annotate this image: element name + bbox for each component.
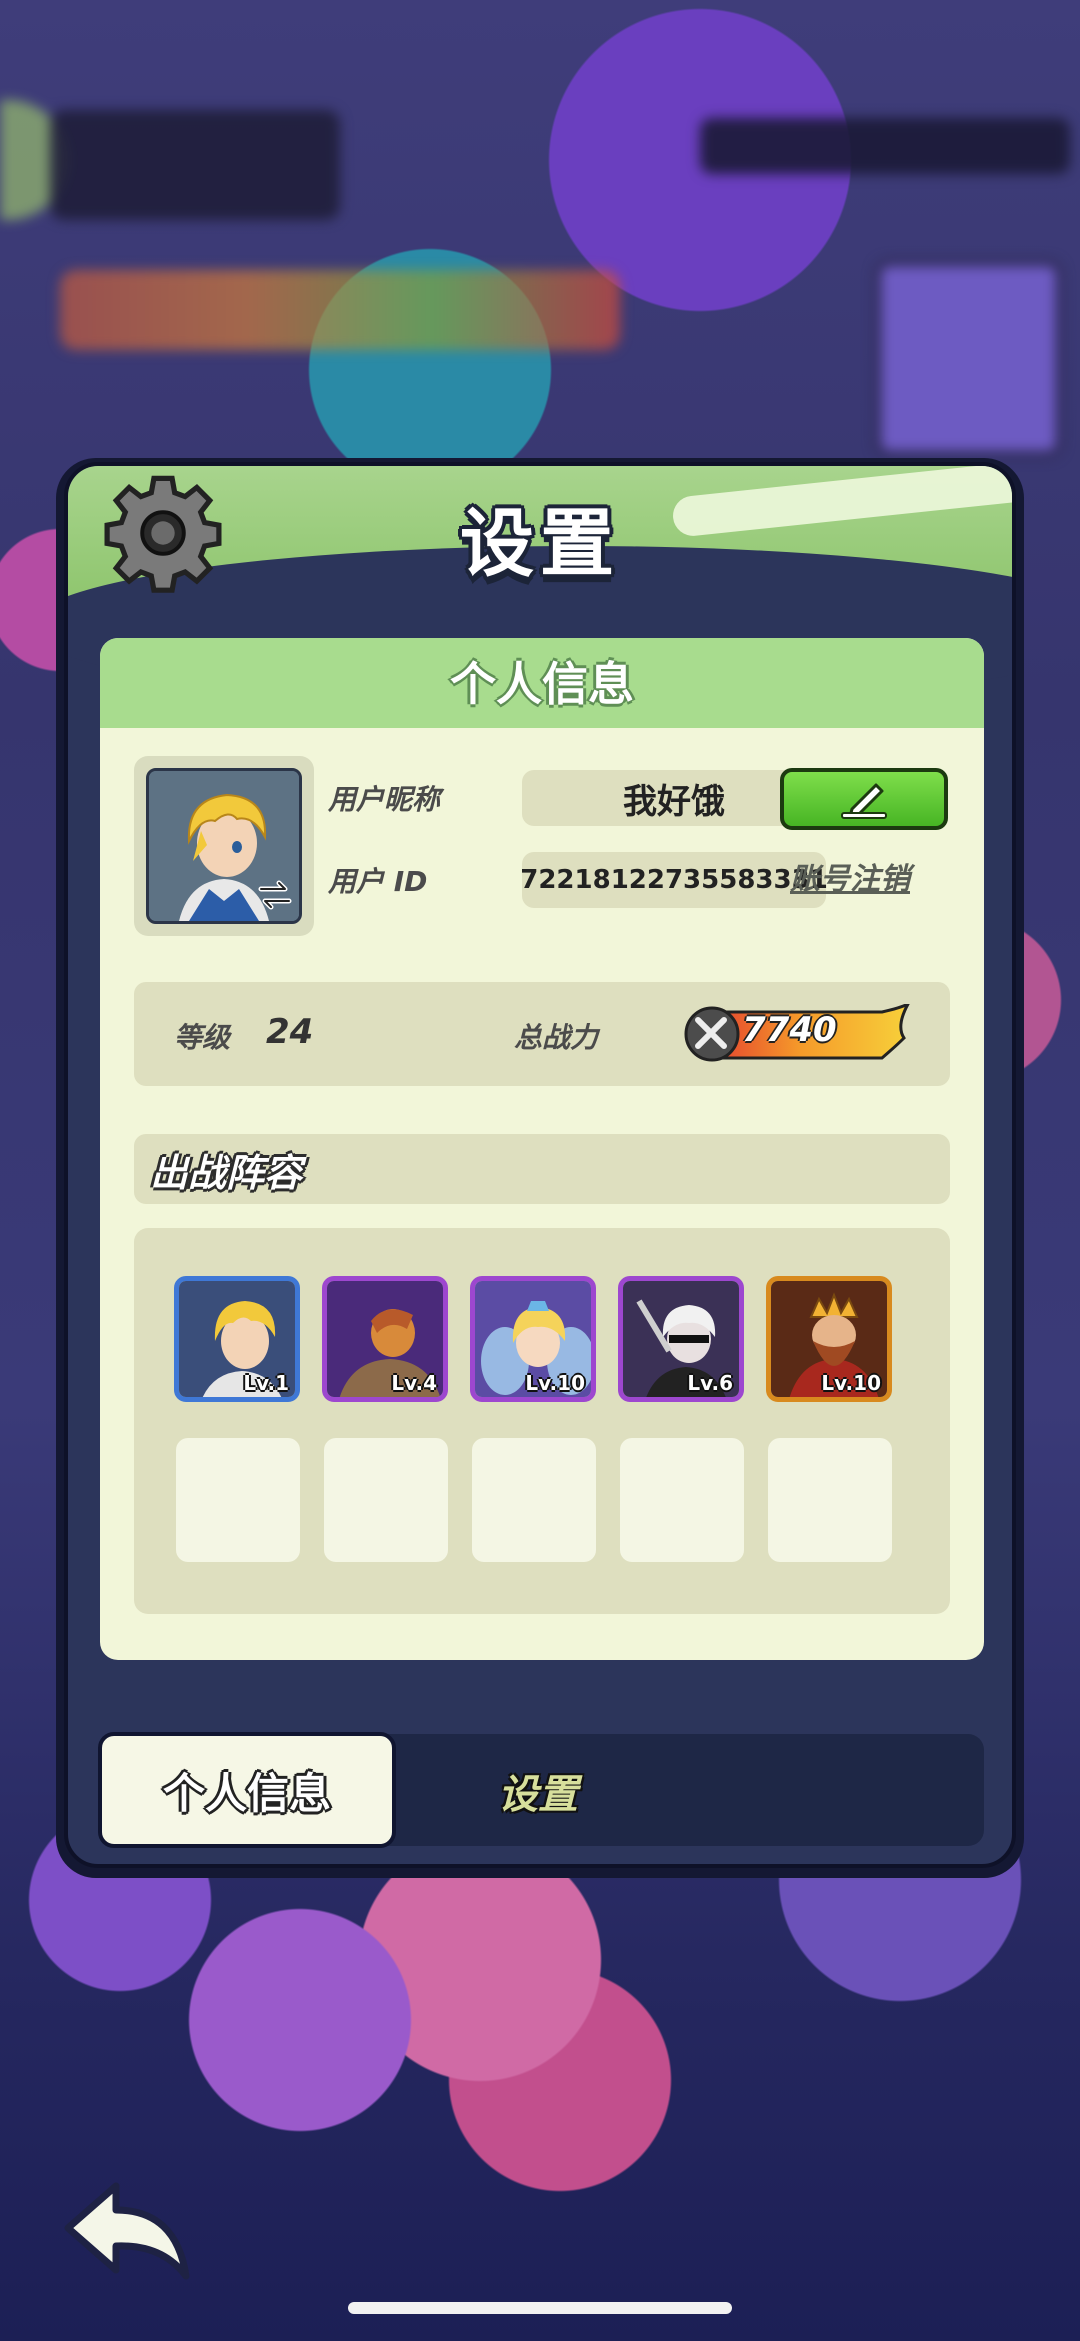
hero-card[interactable]: Lv.10 [766,1276,892,1402]
hud-player-info [50,110,340,220]
hero-card[interactable]: Lv.1 [174,1276,300,1402]
hero-card[interactable]: Lv.10 [470,1276,596,1402]
hud-left-ring [0,100,68,220]
empty-hero-slot[interactable] [620,1438,744,1562]
avatar-frame[interactable] [134,756,314,936]
level-value: 24 [266,1012,314,1052]
empty-hero-slot[interactable] [324,1438,448,1562]
lineup-header: 出战阵容 [134,1134,950,1204]
modal-header: 设置 [68,466,1012,706]
hero-level: Lv.4 [391,1371,437,1395]
modal-title: 设置 [460,501,620,587]
panel-header: 个人信息 [100,638,984,728]
hero-level: Lv.1 [243,1371,289,1395]
bottom-tab-bar: 个人信息 设置 [98,1732,984,1848]
user-id-label: 用户 ID [328,865,428,898]
tab-profile[interactable]: 个人信息 [98,1732,396,1848]
stats-bar: 等级 24 总战力 7740 [134,982,950,1086]
user-id-field: 72218122735583331 [520,852,828,908]
hero-level: Lv.6 [687,1371,733,1395]
empty-hero-slot[interactable] [176,1438,300,1562]
empty-hero-slot[interactable] [768,1438,892,1562]
hero-level: Lv.10 [525,1371,585,1395]
swap-icon[interactable] [255,875,295,915]
nickname-label: 用户昵称 [328,783,441,816]
hero-card[interactable]: Lv.6 [618,1276,744,1402]
cancel-account-link[interactable]: 账号注销 [790,854,910,898]
hero-level: Lv.10 [821,1371,881,1395]
pencil-icon [841,783,887,819]
profile-panel: 个人信息 用户昵称 我好饿 用户 ID 72218122735583331 账号… [100,638,984,1660]
edit-nickname-button[interactable] [780,768,948,830]
tab-settings[interactable]: 设置 [498,1762,578,1820]
avatar[interactable] [146,768,302,924]
level-label: 等级 [174,1021,231,1054]
settings-modal: 设置 个人信息 用户昵称 我好饿 用户 ID 72218122735583331… [64,462,1016,1868]
empty-hero-slot[interactable] [472,1438,596,1562]
back-arrow-icon[interactable] [58,2178,198,2288]
power-label: 总战力 [514,1021,599,1054]
lineup-area: Lv.1 Lv.4 Lv.10 Lv.6 Lv.10 [134,1228,950,1614]
home-indicator [348,2302,732,2314]
power-badge: 7740 [682,1000,912,1064]
lineup-title: 出战阵容 [150,1151,303,1195]
hud-minimap [875,260,1062,457]
hud-currency-bar [700,118,1070,174]
hud-hero-row [60,270,620,350]
hero-card[interactable]: Lv.4 [322,1276,448,1402]
panel-title: 个人信息 [450,657,634,711]
power-value: 7740 [742,1010,837,1050]
